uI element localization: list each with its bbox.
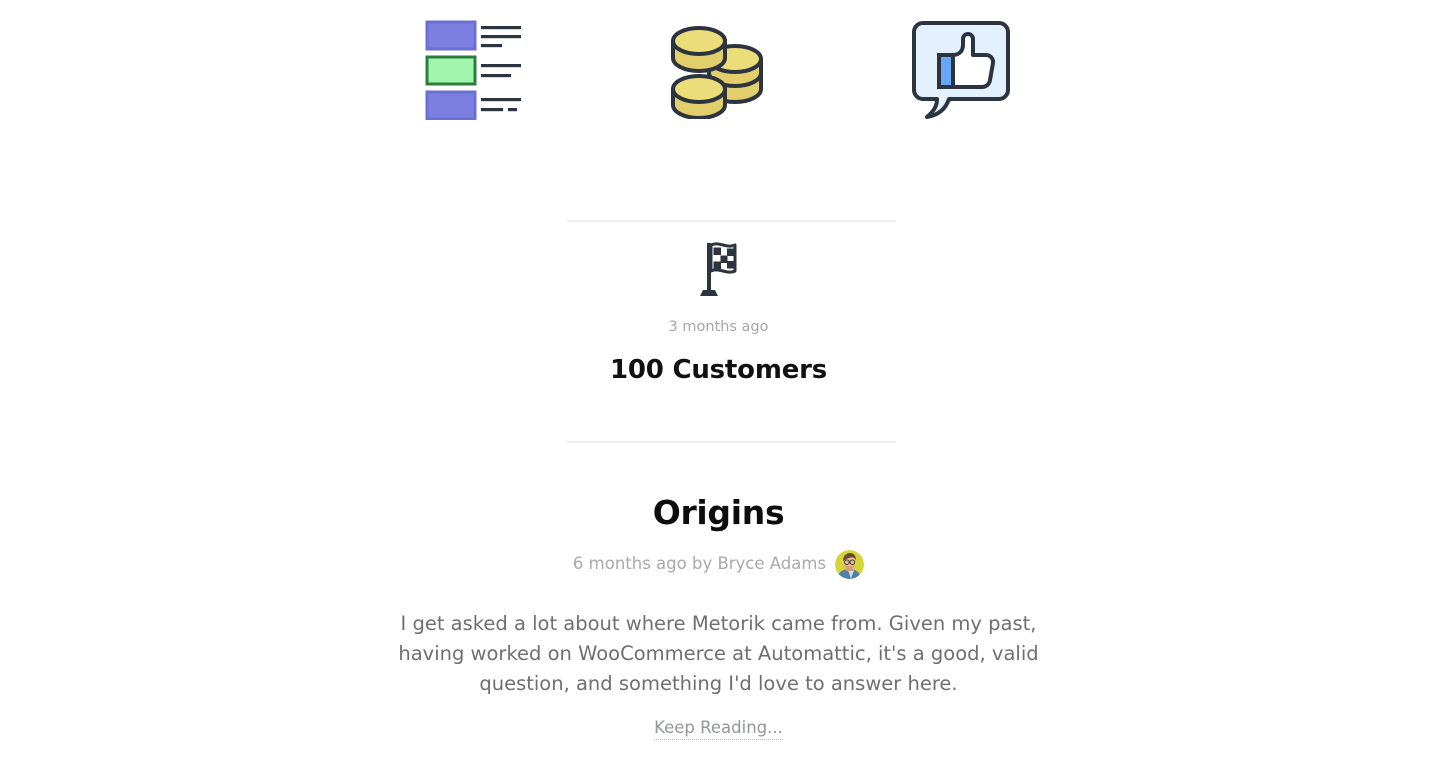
header-icon-row [0, 8, 1437, 133]
post-excerpt: I get asked a lot about where Metorik ca… [398, 612, 1039, 696]
post-meta: 6 months ago by Bryce Adams [0, 549, 1437, 579]
milestone-title: 100 Customers [609, 354, 828, 385]
milestone-date: 3 months ago [668, 319, 769, 335]
coins-icon [659, 8, 779, 126]
keep-reading-wrap: Keep Reading... [0, 718, 1437, 741]
divider-top [567, 220, 896, 222]
post-meta-text: 6 months ago by Bryce Adams [572, 554, 827, 574]
checkered-flag-icon [0, 238, 1437, 298]
divider-bottom [567, 441, 896, 443]
post-title[interactable]: Origins [0, 494, 1437, 531]
post-block: Origins 6 months ago by Bryce Adams I ge… [0, 494, 1437, 741]
timeline-page: 3 months ago 100 Customers Origins 6 mon… [0, 0, 1437, 768]
author-avatar [835, 549, 865, 579]
keep-reading-link[interactable]: Keep Reading... [654, 718, 783, 741]
thumbs-up-bubble-icon [901, 8, 1021, 126]
milestone-block: 3 months ago 100 Customers [0, 238, 1437, 383]
report-list-icon [417, 8, 537, 126]
